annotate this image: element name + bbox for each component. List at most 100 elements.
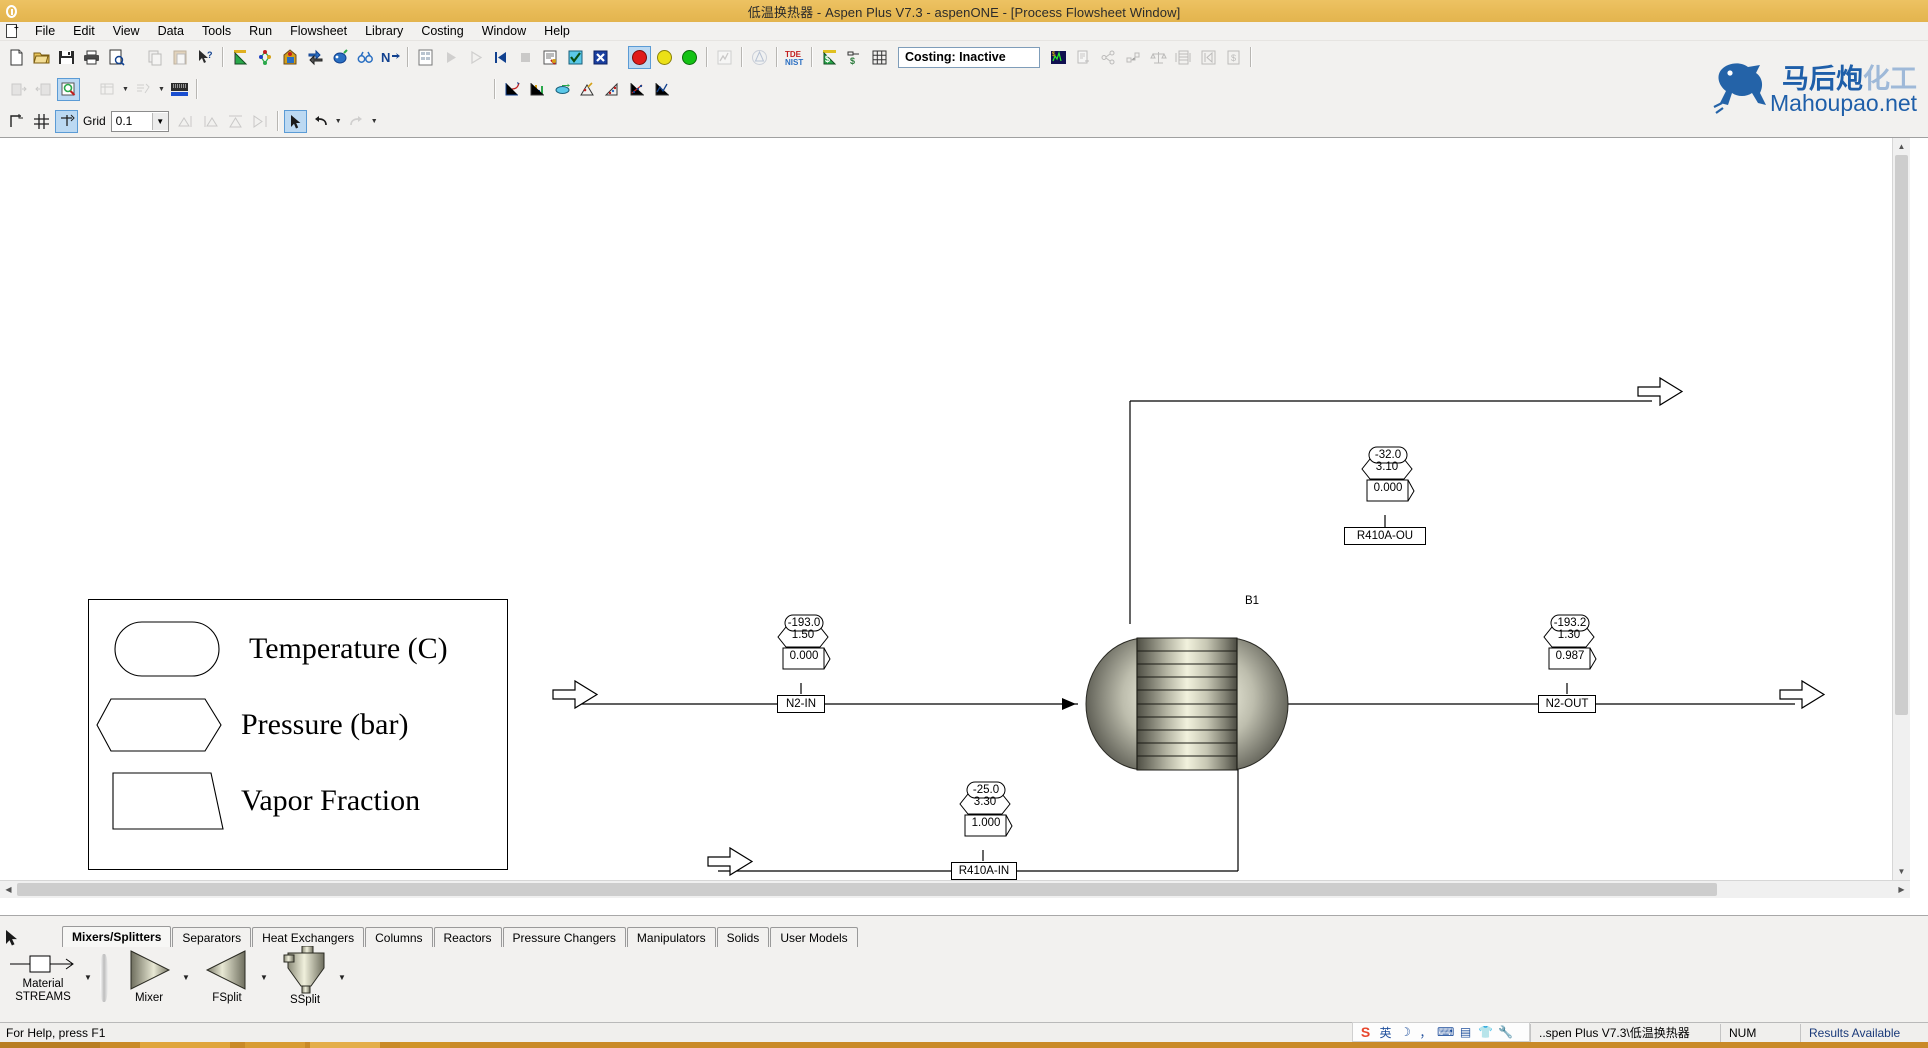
- palette-item-mixer[interactable]: Mixer: [118, 948, 180, 1005]
- triangle-plot-icon[interactable]: [601, 78, 624, 101]
- curve-plot-icon[interactable]: [501, 78, 524, 101]
- share-icon[interactable]: [1097, 46, 1120, 69]
- back-icon[interactable]: [1197, 46, 1220, 69]
- menu-item-tools[interactable]: Tools: [193, 23, 240, 39]
- snap-corner-icon[interactable]: [5, 110, 28, 133]
- line-plot-icon[interactable]: [651, 78, 674, 101]
- ime-toolbox-icon[interactable]: ▤: [1457, 1025, 1474, 1039]
- sizing-icon[interactable]: $: [843, 46, 866, 69]
- snap-grid-icon[interactable]: [55, 109, 78, 133]
- tab-heat-exchangers[interactable]: Heat Exchangers: [252, 927, 365, 947]
- ime-moon-icon[interactable]: ☽: [1397, 1025, 1414, 1039]
- print-icon[interactable]: [80, 46, 103, 69]
- economics-icon[interactable]: $: [818, 46, 841, 69]
- stream-label-n2-in[interactable]: N2-IN: [777, 695, 825, 713]
- tab-pressure-changers[interactable]: Pressure Changers: [502, 927, 626, 947]
- costing-status-field[interactable]: Costing: Inactive: [898, 46, 1040, 68]
- search-zoom-icon[interactable]: [57, 77, 80, 101]
- ime-language-icon[interactable]: 英: [1377, 1024, 1394, 1041]
- keyboard-icon[interactable]: [168, 78, 191, 101]
- flowsheet-drawing-area[interactable]: Temperature (C) Pressure (bar) Vapor Fra…: [0, 138, 1910, 898]
- canvas-vertical-scrollbar[interactable]: ▲ ▼: [1892, 138, 1910, 898]
- taskbar-item-2[interactable]: [245, 1042, 305, 1048]
- scroll-left-arrow-icon[interactable]: ◀: [0, 881, 17, 898]
- palette-select-pointer-icon[interactable]: [0, 926, 22, 950]
- simulation-icon[interactable]: [748, 46, 771, 69]
- align-left-icon[interactable]: [174, 110, 197, 133]
- stop-x-icon[interactable]: [589, 46, 612, 69]
- select-pointer-icon[interactable]: [283, 109, 307, 133]
- paste-icon[interactable]: [169, 46, 192, 69]
- process-flowsheet-canvas[interactable]: Temperature (C) Pressure (bar) Vapor Fra…: [0, 137, 1928, 915]
- save-icon[interactable]: [55, 46, 78, 69]
- print-preview-icon[interactable]: [105, 46, 128, 69]
- palette-item-material-stream[interactable]: Material STREAMS: [4, 950, 82, 1004]
- binoculars-icon[interactable]: [354, 46, 377, 69]
- ime-settings-icon[interactable]: 🔧: [1497, 1025, 1514, 1039]
- history-icon[interactable]: [713, 46, 736, 69]
- grid-size-select[interactable]: 0.1 ▼: [110, 110, 169, 132]
- stream-plot-icon[interactable]: [551, 78, 574, 101]
- canvas-horizontal-scrollbar[interactable]: ◀ ▶: [0, 880, 1910, 898]
- menu-item-help[interactable]: Help: [535, 23, 579, 39]
- ime-skin-icon[interactable]: 👕: [1477, 1025, 1494, 1039]
- table-chevron-down-icon[interactable]: ▼: [120, 78, 131, 101]
- help-pointer-icon[interactable]: ?: [194, 46, 217, 69]
- check-results-icon[interactable]: [564, 46, 587, 69]
- align-flip-icon[interactable]: [249, 110, 272, 133]
- tab-mixers-splitters[interactable]: Mixers/Splitters: [62, 926, 172, 947]
- import-icon[interactable]: [7, 78, 30, 101]
- ime-keyboard-icon[interactable]: ⌨: [1437, 1025, 1454, 1039]
- flowsheet-icon[interactable]: [304, 46, 327, 69]
- palette-item-fsplit[interactable]: FSplit: [196, 948, 258, 1005]
- tdebase-icon[interactable]: TDE NIST: [783, 46, 806, 69]
- align-right-icon[interactable]: [199, 110, 222, 133]
- table-dropdown-icon[interactable]: [96, 78, 119, 101]
- ssplit-chevron-down-icon[interactable]: ▼: [336, 950, 348, 1005]
- horizontal-scroll-thumb[interactable]: [17, 883, 1717, 896]
- undo-icon[interactable]: [309, 110, 332, 133]
- activate-economics-icon[interactable]: $: [1047, 46, 1070, 69]
- redo-chevron-down-icon[interactable]: ▼: [369, 110, 380, 133]
- menu-item-run[interactable]: Run: [240, 23, 281, 39]
- mixer-chevron-down-icon[interactable]: ▼: [180, 950, 192, 1005]
- menu-item-costing[interactable]: Costing: [412, 23, 472, 39]
- tab-manipulators[interactable]: Manipulators: [626, 927, 716, 947]
- components-icon[interactable]: [254, 46, 277, 69]
- stream-label-n2-out[interactable]: N2-OUT: [1538, 695, 1596, 713]
- taskbar-item-4[interactable]: [400, 1042, 450, 1048]
- equipment-icon[interactable]: [1172, 46, 1195, 69]
- new-document-icon[interactable]: [5, 46, 28, 69]
- menu-item-flowsheet[interactable]: Flowsheet: [281, 23, 356, 39]
- scroll-right-arrow-icon[interactable]: ▶: [1893, 881, 1910, 898]
- grid-show-icon[interactable]: [30, 110, 53, 133]
- menu-item-data[interactable]: Data: [149, 23, 193, 39]
- status-yellow-icon[interactable]: [653, 46, 676, 69]
- tab-columns[interactable]: Columns: [365, 927, 433, 947]
- menu-item-file[interactable]: File: [26, 23, 64, 39]
- plot-chevron-down-icon[interactable]: ▼: [156, 78, 167, 101]
- menu-item-window[interactable]: Window: [473, 23, 535, 39]
- scroll-down-arrow-icon[interactable]: ▼: [1893, 863, 1910, 880]
- taskbar-start-region[interactable]: [0, 1042, 100, 1048]
- scroll-up-arrow-icon[interactable]: ▲: [1893, 138, 1910, 155]
- next-icon[interactable]: N: [379, 46, 402, 69]
- tab-user-models[interactable]: User Models: [770, 927, 858, 947]
- stream-label-r410a-out[interactable]: R410A-OU: [1344, 527, 1426, 545]
- windows-taskbar[interactable]: [0, 1042, 1928, 1048]
- menu-item-edit[interactable]: Edit: [64, 23, 104, 39]
- stop-icon[interactable]: [514, 46, 537, 69]
- document-properties-icon[interactable]: +: [3, 23, 23, 40]
- analysis-icon[interactable]: [329, 46, 352, 69]
- plot-dropdown-icon[interactable]: [132, 78, 155, 101]
- align-top-icon[interactable]: [224, 110, 247, 133]
- status-red-icon[interactable]: [628, 45, 651, 69]
- cost-icon[interactable]: $: [1222, 46, 1245, 69]
- stream-label-r410a-in[interactable]: R410A-IN: [951, 862, 1017, 880]
- run-icon[interactable]: [464, 46, 487, 69]
- scatter-plot-icon[interactable]: [626, 78, 649, 101]
- rate-based-icon[interactable]: [279, 46, 302, 69]
- map-icon[interactable]: [1122, 46, 1145, 69]
- bar-plot-icon[interactable]: [526, 78, 549, 101]
- taskbar-item-3[interactable]: [310, 1042, 380, 1048]
